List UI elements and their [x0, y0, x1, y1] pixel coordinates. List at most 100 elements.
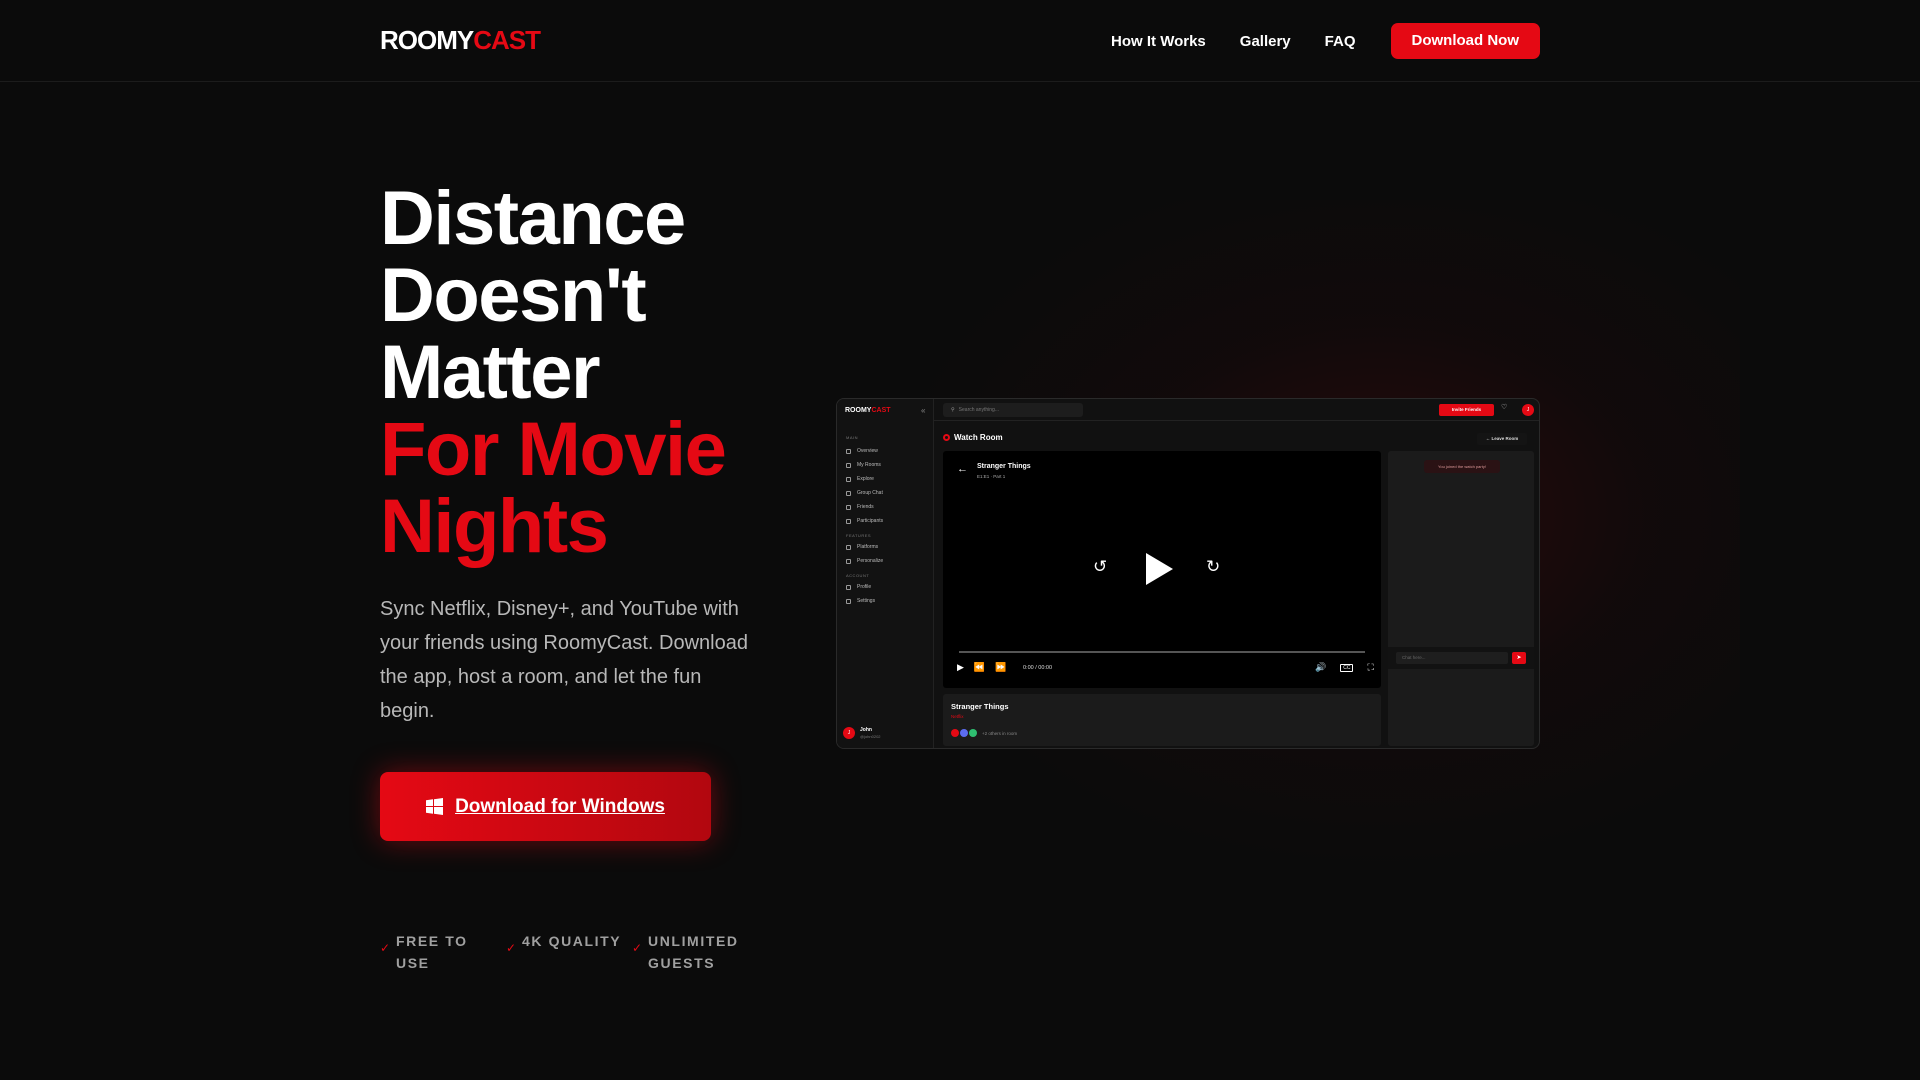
avatar	[960, 729, 968, 737]
compass-icon	[846, 476, 851, 482]
preview-user-name: John	[860, 727, 872, 733]
download-now-button[interactable]: Download Now	[1390, 23, 1540, 59]
check-icon: ✓	[380, 941, 391, 955]
preview-sidebar: ROOMYCAST « MAIN Overview My Rooms Explo…	[837, 399, 934, 748]
preview-section-label: MAIN	[846, 435, 858, 440]
preview-sidebar-label: Personalize	[857, 558, 884, 564]
player-right-controls: 🔊 CC ⛶	[1301, 662, 1374, 673]
nav-gallery[interactable]: Gallery	[1240, 33, 1291, 50]
feature-item: ✓ FREE TO USE	[380, 930, 506, 974]
volume-icon: 🔊	[1315, 662, 1327, 672]
preview-logo-part1: ROOMY	[845, 407, 872, 414]
preview-invite-button: Invite Friends	[1439, 404, 1494, 416]
nav-how-it-works[interactable]: How It Works	[1111, 33, 1206, 50]
preview-topbar: ⚲ Search anything... Invite Friends ♡ J	[934, 399, 1539, 421]
hero-title: Distance Doesn't Matter For Movie Nights	[380, 176, 727, 569]
collapse-icon: «	[921, 406, 926, 415]
preview-participants: +2 others in room	[951, 729, 1017, 737]
preview-section-label: FEATURES	[846, 533, 872, 538]
preview-show-info: Stranger Things Netflix +2 others in roo…	[943, 694, 1381, 746]
hero-title-accent-line: Nights	[380, 484, 609, 569]
preview-sidebar-item: Participants	[846, 518, 883, 524]
preview-sidebar-label: Overview	[857, 448, 878, 454]
avatar	[969, 729, 977, 737]
preview-sidebar-label: Platforms	[857, 544, 879, 550]
skip-back-icon: ⏪	[973, 662, 986, 672]
preview-sidebar-label: Group Chat	[857, 490, 883, 496]
preview-sidebar-label: Profile	[857, 584, 872, 590]
skip-forward-icon: ⏩	[995, 662, 1007, 672]
preview-chat-input-row: Chat here... ➤	[1388, 647, 1534, 669]
play-icon	[1146, 553, 1173, 585]
feature-list: ✓ FREE TO USE ✓ 4K QUALITY ✓ UNLIMITED G…	[380, 930, 758, 974]
hero-title-line: Distance	[380, 176, 686, 261]
avatar	[951, 729, 959, 737]
logo[interactable]: ROOMYCAST	[380, 25, 541, 56]
preview-leave-button: ← Leave Room	[1477, 433, 1527, 445]
logo-part1: ROOMY	[380, 25, 474, 55]
record-icon	[943, 434, 950, 441]
preview-sidebar-item: Settings	[846, 598, 875, 604]
preview-leave-label: Leave Room	[1491, 436, 1519, 441]
gear-icon	[846, 598, 851, 604]
preview-info-platform: Netflix	[951, 714, 964, 719]
hero-title-line: Matter	[380, 330, 601, 415]
preview-sidebar-label: Explore	[857, 476, 874, 482]
preview-sidebar-item: Friends	[846, 504, 874, 510]
bell-icon: ♡	[1501, 404, 1508, 411]
preview-sidebar-label: My Rooms	[857, 462, 881, 468]
check-icon: ✓	[632, 941, 643, 955]
feature-label: 4K QUALITY	[522, 933, 622, 949]
preview-show-title: Stranger Things	[977, 463, 1031, 470]
group-icon	[846, 518, 851, 524]
preview-sidebar-item: Profile	[846, 584, 871, 590]
avatar: J	[1522, 404, 1534, 416]
preview-sidebar-item: Personalize	[846, 558, 883, 564]
top-navbar: ROOMYCAST How It Works Gallery FAQ Downl…	[0, 0, 1920, 82]
feature-item: ✓ 4K QUALITY	[506, 930, 632, 974]
main-nav: How It Works Gallery FAQ Download Now	[1077, 23, 1540, 59]
download-windows-button[interactable]: Download for Windows	[380, 772, 711, 841]
feature-label: FREE TO USE	[396, 933, 468, 971]
preview-sidebar-item: Group Chat	[846, 490, 883, 496]
home-icon	[846, 448, 851, 454]
preview-chat-input: Chat here...	[1396, 652, 1508, 664]
windows-icon	[426, 798, 444, 815]
preview-search: ⚲ Search anything...	[943, 403, 1083, 417]
search-icon: ⚲	[951, 407, 955, 413]
preview-section-label: ACCOUNT	[846, 573, 870, 578]
app-preview: ROOMYCAST « MAIN Overview My Rooms Explo…	[836, 398, 1540, 749]
back-arrow-icon: ←	[957, 463, 968, 475]
check-icon: ✓	[506, 941, 517, 955]
layers-icon	[846, 544, 851, 550]
preview-sidebar-label: Settings	[857, 598, 876, 604]
small-play-icon: ▶	[957, 662, 964, 672]
playback-controls: ▶ ⏪ ⏩	[957, 662, 1016, 673]
feature-item: ✓ UNLIMITED GUESTS	[632, 930, 758, 974]
preview-episode: E1:E1 · Part 1	[977, 474, 1006, 479]
preview-room-title-text: Watch Room	[954, 433, 1003, 442]
hero-description: Sync Netflix, Disney+, and YouTube with …	[380, 598, 748, 722]
send-icon: ➤	[1512, 652, 1526, 664]
avatar: J	[843, 727, 855, 739]
preview-room-title: Watch Room	[943, 433, 1003, 442]
chat-icon	[846, 490, 851, 496]
preview-chat-system-message: You joined the watch party!	[1424, 460, 1500, 473]
preview-video-player: ← Stranger Things E1:E1 · Part 1 ↺ ↻ ▶ ⏪…	[943, 451, 1381, 688]
preview-chat-panel: You joined the watch party! Chat here...…	[1388, 451, 1534, 746]
preview-logo: ROOMYCAST	[845, 407, 891, 414]
preview-sidebar-item: Overview	[846, 448, 878, 454]
preview-sidebar-item: Platforms	[846, 544, 878, 550]
preview-sidebar-label: Participants	[857, 518, 884, 524]
preview-sidebar-label: Friends	[857, 504, 874, 510]
logo-part2: CAST	[473, 25, 541, 55]
hero-title-accent-line: For Movie	[380, 407, 727, 492]
palette-icon	[846, 558, 851, 564]
fullscreen-icon: ⛶	[1367, 662, 1374, 672]
download-windows-label: Download for Windows	[455, 795, 665, 817]
preview-sidebar-item: My Rooms	[846, 462, 881, 468]
progress-bar	[959, 651, 1365, 653]
feature-label: UNLIMITED GUESTS	[648, 933, 739, 971]
preview-user-handle: @john0202	[860, 734, 881, 739]
nav-faq[interactable]: FAQ	[1325, 33, 1356, 50]
